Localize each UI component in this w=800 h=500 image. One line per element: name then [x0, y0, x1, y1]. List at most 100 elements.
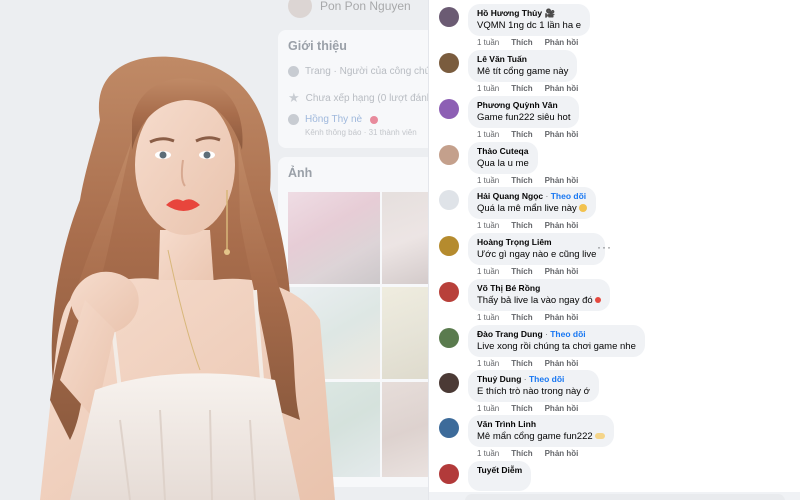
comment-meta: 1 tuần Thích Phản hồi: [477, 449, 578, 458]
comment-text: VQMN 1ng dc 1 lần ha e: [477, 20, 582, 31]
reply-button[interactable]: Phản hồi: [545, 221, 579, 230]
comment-bubble: Đào Trang Dung · Theo dõi Live xong rồi …: [468, 325, 645, 357]
commenter-name[interactable]: Văn Trình Linh: [477, 418, 605, 430]
comment-composer-bar: [429, 492, 800, 500]
comment-item: Hải Quang Ngọc · Theo dõi Quá la mê mẩn …: [437, 187, 797, 233]
reply-button[interactable]: Phản hồi: [545, 267, 579, 276]
commenter-name[interactable]: Võ Thị Bé Rồng: [477, 282, 601, 294]
comment-time[interactable]: 1 tuần: [477, 449, 499, 458]
hand-emoji-icon: [578, 204, 587, 213]
like-button[interactable]: Thích: [511, 313, 532, 322]
comment-text: Qua la u me: [477, 158, 529, 169]
comment-meta: 1 tuần Thích Phản hồi: [477, 359, 578, 368]
reply-button[interactable]: Phản hồi: [545, 313, 579, 322]
like-button[interactable]: Thích: [511, 84, 532, 93]
commenter-avatar[interactable]: [439, 53, 459, 73]
commenter-name[interactable]: Hồ Hương Thủy 🎥: [477, 7, 581, 19]
comment-time[interactable]: 1 tuần: [477, 38, 499, 47]
reply-button[interactable]: Phản hồi: [545, 130, 579, 139]
comment-time[interactable]: 1 tuần: [477, 404, 499, 413]
comment-meta: 1 tuần Thích Phản hồi: [477, 130, 578, 139]
comment-item: Văn Trình Linh Mê mẩn cổng game fun222 1…: [437, 415, 797, 461]
comment-time[interactable]: 1 tuần: [477, 359, 499, 368]
video-badge-icon: 🎥: [544, 8, 556, 18]
profile-page-background: Pon Pon Nguyen Giới thiệu Trang · Người …: [0, 0, 430, 500]
reply-button[interactable]: Phản hồi: [545, 404, 579, 413]
comment-meta: 1 tuần Thích Phản hồi: [477, 221, 578, 230]
comment-item: Lê Văn Tuấn Mê tít cổng game này 1 tuần …: [437, 50, 797, 96]
reply-button[interactable]: Phản hồi: [545, 84, 579, 93]
comment-item: Phương Quỳnh Vân Game fun222 siêu hot 1 …: [437, 96, 797, 142]
commenter-name[interactable]: Phương Quỳnh Vân: [477, 99, 570, 111]
commenter-avatar[interactable]: [439, 418, 459, 438]
comment-bubble: Thảo Cuteqa Qua la u me: [468, 142, 538, 174]
commenter-avatar[interactable]: [439, 145, 459, 165]
reply-button[interactable]: Phản hồi: [545, 176, 579, 185]
comment-meta: 1 tuần Thích Phản hồi: [477, 176, 578, 185]
reply-button[interactable]: Phản hồi: [545, 38, 579, 47]
comment-text: Game fun222 siêu hot: [477, 112, 571, 123]
comment-item: Thảo Cuteqa Qua la u me 1 tuần Thích Phả…: [437, 142, 797, 188]
comment-meta: 1 tuần Thích Phản hồi: [477, 313, 578, 322]
commenter-name[interactable]: Thảo Cuteqa: [477, 145, 529, 157]
reply-button[interactable]: Phản hồi: [545, 359, 579, 368]
commenter-name[interactable]: Thuỷ Dung · Theo dõi: [477, 373, 590, 385]
commenter-avatar[interactable]: [439, 464, 459, 484]
commenter-name[interactable]: Lê Văn Tuấn: [477, 53, 568, 65]
comment-text: Thấy bả live la vào ngay đó: [477, 294, 601, 307]
comment-bubble: Hoàng Trọng Liêm Ước gì ngay nào e cũng …: [468, 233, 606, 265]
like-button[interactable]: Thích: [511, 404, 532, 413]
commenter-avatar[interactable]: [439, 7, 459, 27]
comment-bubble: Võ Thị Bé Rồng Thấy bả live la vào ngay …: [468, 279, 610, 311]
follow-button[interactable]: Theo dõi: [529, 374, 564, 384]
comment-time[interactable]: 1 tuần: [477, 267, 499, 276]
like-button[interactable]: Thích: [511, 449, 532, 458]
like-button[interactable]: Thích: [511, 176, 532, 185]
comment-meta: 1 tuần Thích Phản hồi: [477, 84, 578, 93]
comment-time[interactable]: 1 tuần: [477, 176, 499, 185]
comment-meta: 1 tuần Thích Phản hồi: [477, 404, 578, 413]
like-button[interactable]: Thích: [511, 267, 532, 276]
comment-bubble: Lê Văn Tuấn Mê tít cổng game này: [468, 50, 578, 82]
red-dot-emoji-icon: [594, 297, 601, 304]
commenter-name[interactable]: Hải Quang Ngọc · Theo dõi: [477, 190, 587, 202]
commenter-avatar[interactable]: [439, 373, 459, 393]
comment-time[interactable]: 1 tuần: [477, 130, 499, 139]
commenter-avatar[interactable]: [439, 236, 459, 256]
comment-text: E thích trò nào trong này ớ: [477, 386, 590, 397]
commenter-name[interactable]: Tuyết Diễm: [477, 464, 522, 476]
clap-emoji-icon: [594, 433, 605, 440]
comment-item: Hồ Hương Thủy 🎥 VQMN 1ng dc 1 lần ha e 1…: [437, 4, 797, 50]
comment-text: Ước gì ngay nào e cũng live: [477, 249, 597, 260]
commenter-avatar[interactable]: [439, 99, 459, 119]
comment-text: Live xong rồi chúng ta chơi game nhe: [477, 341, 636, 352]
comment-text: Mê tít cổng game này: [477, 66, 569, 77]
follow-button[interactable]: Theo dõi: [551, 191, 586, 201]
like-button[interactable]: Thích: [511, 359, 532, 368]
comment-item: Đào Trang Dung · Theo dõi Live xong rồi …: [437, 325, 797, 371]
commenter-avatar[interactable]: [439, 328, 459, 348]
comment-time[interactable]: 1 tuần: [477, 313, 499, 322]
comment-input[interactable]: [465, 494, 785, 500]
reply-button[interactable]: Phản hồi: [545, 449, 579, 458]
commenter-name[interactable]: Đào Trang Dung · Theo dõi: [477, 328, 636, 340]
like-button[interactable]: Thích: [511, 130, 532, 139]
comment-bubble: Tuyết Diễm: [468, 461, 532, 491]
follow-button[interactable]: Theo dõi: [550, 329, 585, 339]
model-photo: [40, 56, 335, 500]
like-button[interactable]: Thích: [511, 221, 532, 230]
commenter-avatar[interactable]: [439, 282, 459, 302]
comment-text: Quá la mê mẩn live này: [477, 202, 587, 215]
commenter-name[interactable]: Hoàng Trọng Liêm: [477, 236, 596, 248]
comment-text: Mê mẩn cổng game fun222: [477, 430, 605, 443]
more-options-icon[interactable]: ···: [597, 240, 612, 254]
comment-bubble: Hồ Hương Thủy 🎥 VQMN 1ng dc 1 lần ha e: [468, 4, 591, 36]
comment-bubble: Hải Quang Ngọc · Theo dõi Quá la mê mẩn …: [468, 187, 596, 219]
like-button[interactable]: Thích: [511, 38, 532, 47]
comment-time[interactable]: 1 tuần: [477, 221, 499, 230]
comments-panel[interactable]: Hồ Hương Thủy 🎥 VQMN 1ng dc 1 lần ha e 1…: [428, 0, 800, 500]
comment-item: Thuỷ Dung · Theo dõi E thích trò nào tro…: [437, 370, 797, 416]
comment-item: Võ Thị Bé Rồng Thấy bả live la vào ngay …: [437, 279, 797, 325]
commenter-avatar[interactable]: [439, 190, 459, 210]
comment-time[interactable]: 1 tuần: [477, 84, 499, 93]
